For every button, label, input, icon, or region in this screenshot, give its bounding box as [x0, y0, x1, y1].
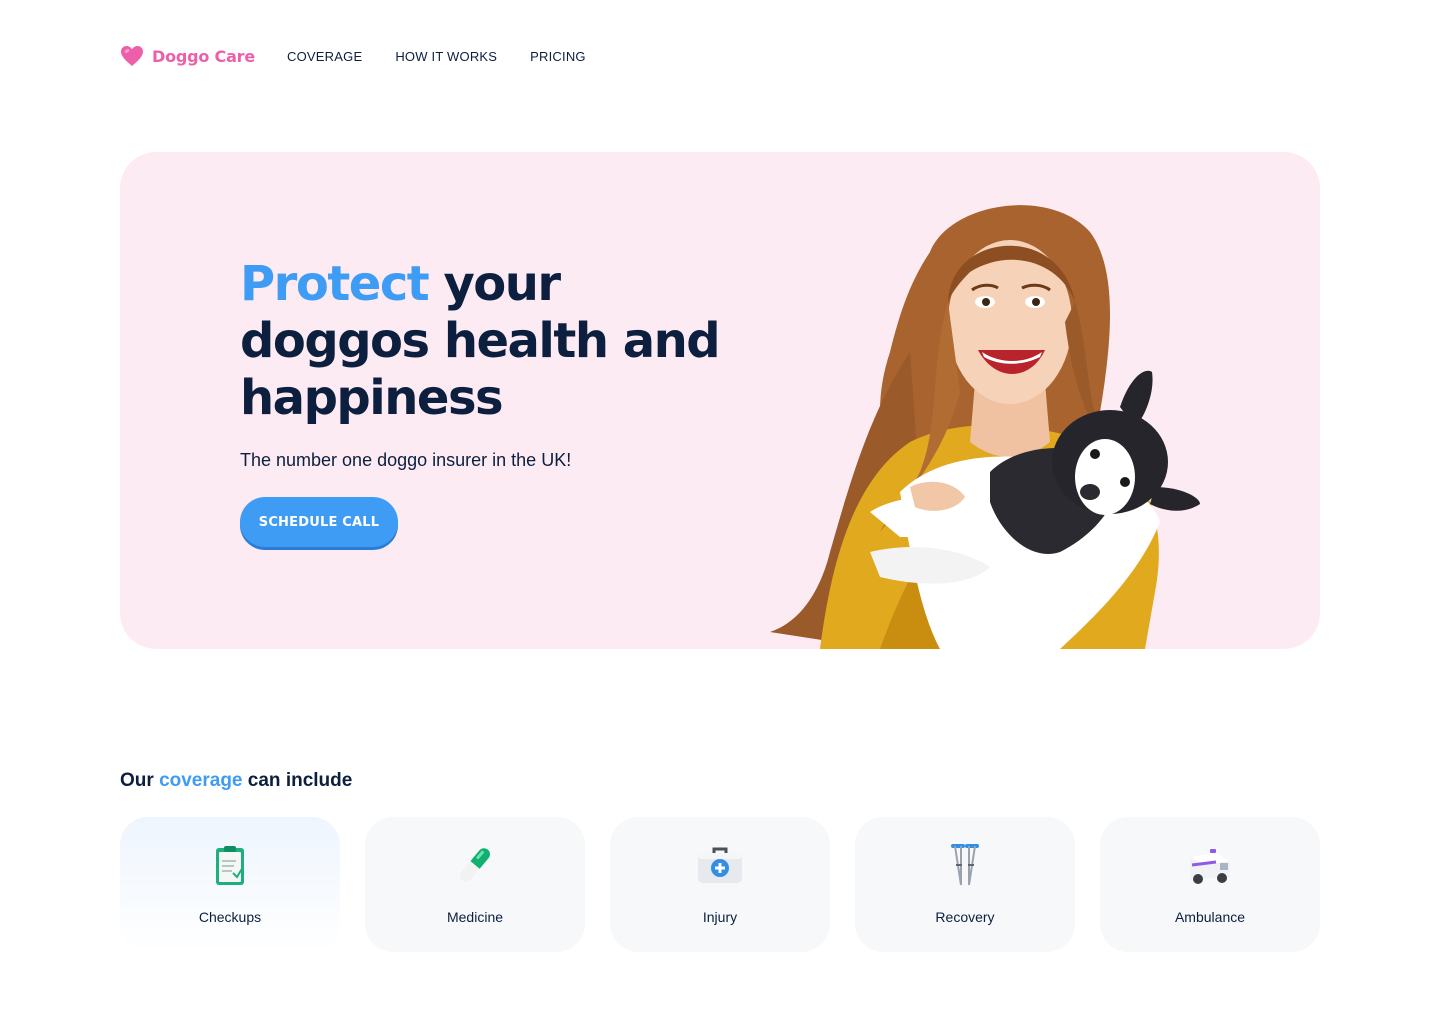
nav-how-it-works-link[interactable]: HOW IT WORKS: [395, 49, 497, 64]
nav-pricing-link[interactable]: PRICING: [530, 49, 586, 64]
card-label: Recovery: [935, 909, 995, 925]
card-label: Medicine: [446, 909, 504, 925]
coverage-card-checkups[interactable]: Checkups: [120, 817, 340, 952]
hero-title-accent: Protect: [240, 256, 430, 312]
coverage-card-recovery[interactable]: Recovery: [855, 817, 1075, 952]
pill-icon: [460, 848, 490, 882]
card-label: Injury: [702, 909, 738, 925]
site-header: Doggo Care COVERAGE HOW IT WORKS PRICING: [120, 36, 586, 76]
clipboard-icon: [216, 846, 244, 885]
hero-title: Protect your doggos health and happiness: [240, 256, 721, 427]
coverage-card-medicine[interactable]: Medicine: [365, 817, 585, 952]
main-nav: COVERAGE HOW IT WORKS PRICING: [287, 49, 586, 64]
card-label: Checkups: [198, 909, 262, 925]
coverage-heading-after: can include: [242, 770, 353, 791]
heart-icon: [121, 46, 143, 66]
schedule-call-button[interactable]: SCHEDULE CALL: [240, 497, 398, 547]
hero-subtitle: The number one doggo insurer in the UK!: [240, 450, 572, 470]
coverage-heading: Our coverage can include: [120, 770, 352, 792]
brand-name: Doggo Care: [152, 46, 256, 66]
coverage-cards: Checkups Medicine Injury Recovery Ambula…: [120, 817, 1320, 952]
coverage-heading-accent: coverage: [159, 770, 243, 791]
ambulance-icon: [1190, 849, 1230, 884]
hero-banner: Protect your doggos health and happiness…: [120, 152, 1320, 649]
hero-photo: [770, 205, 1200, 649]
first-aid-kit-icon: [698, 847, 742, 883]
nav-coverage-link[interactable]: COVERAGE: [287, 49, 362, 64]
coverage-heading-before: Our: [120, 770, 160, 791]
brand-logo[interactable]: Doggo Care: [120, 45, 255, 67]
crutches-icon: [951, 844, 979, 886]
coverage-card-injury[interactable]: Injury: [610, 817, 830, 952]
coverage-card-ambulance[interactable]: Ambulance: [1100, 817, 1320, 952]
card-label: Ambulance: [1174, 909, 1246, 925]
